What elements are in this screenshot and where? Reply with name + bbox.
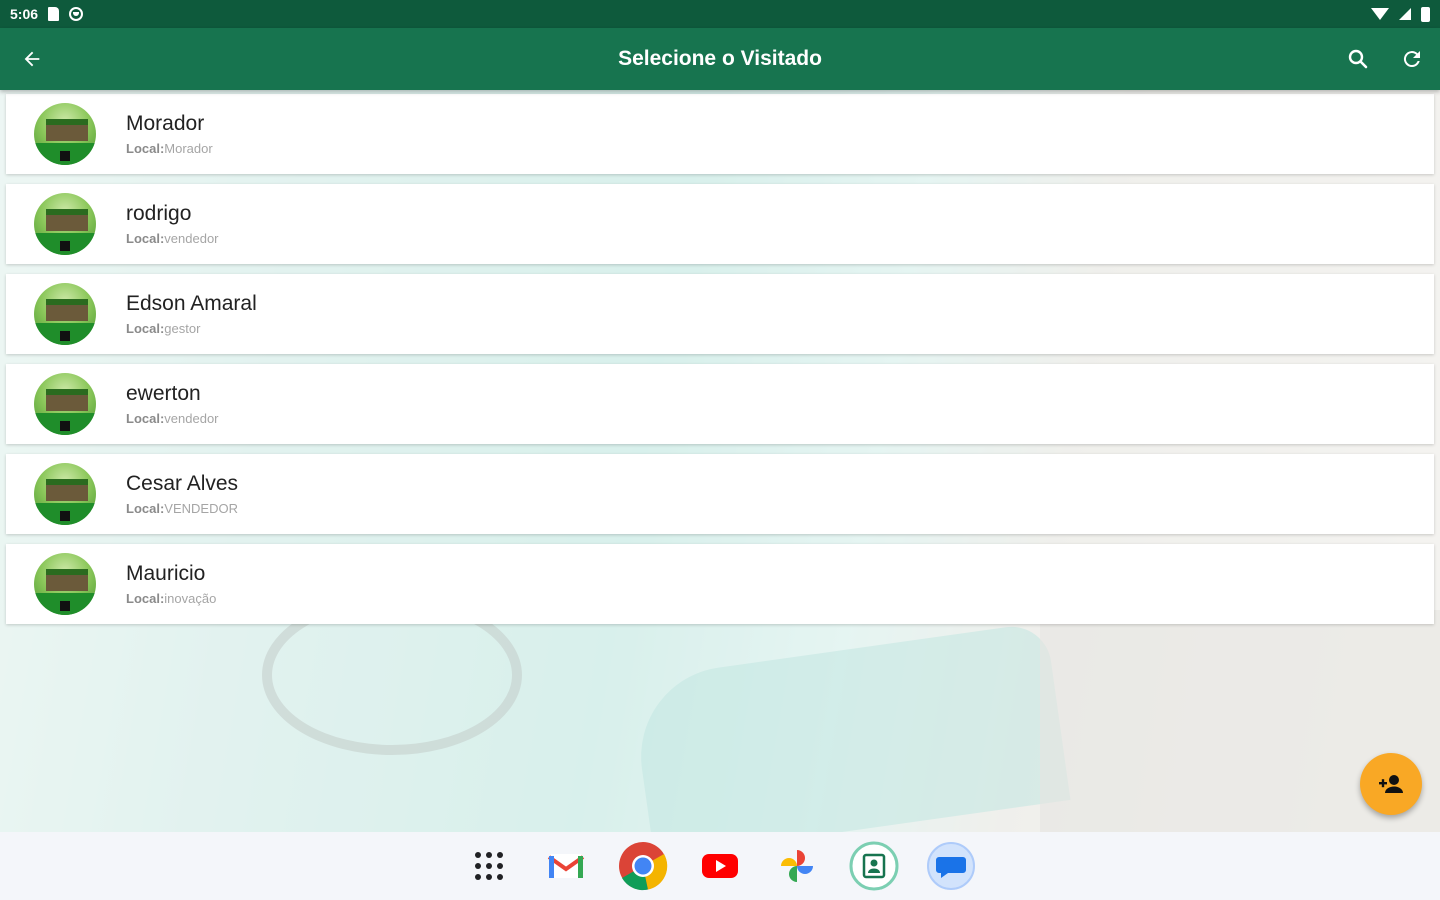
photos-icon xyxy=(781,850,813,882)
photos-button[interactable] xyxy=(772,841,822,891)
house-avatar-icon xyxy=(34,103,96,165)
app-bar: Selecione o Visitado xyxy=(0,28,1440,90)
house-avatar-icon xyxy=(34,553,96,615)
app-grid-button[interactable] xyxy=(464,841,514,891)
local-value: VENDEDOR xyxy=(164,501,238,516)
chrome-icon xyxy=(619,842,668,891)
search-button[interactable] xyxy=(1340,41,1376,77)
local-value: gestor xyxy=(164,321,201,336)
taskbar xyxy=(0,832,1440,900)
wifi-icon xyxy=(1371,8,1389,20)
search-icon xyxy=(1348,49,1368,69)
status-right xyxy=(1371,6,1430,22)
back-button[interactable] xyxy=(14,41,50,77)
signal-icon xyxy=(1399,8,1411,20)
refresh-icon xyxy=(1403,51,1420,68)
list-item-name: ewerton xyxy=(126,382,201,405)
list-item-local: Local:VENDEDOR xyxy=(126,501,238,516)
local-label: Local: xyxy=(126,591,165,606)
list-item-local: Local:vendedor xyxy=(126,231,219,246)
status-left: 5:06 xyxy=(10,6,84,22)
battery-icon xyxy=(1421,6,1430,22)
sdcard-icon xyxy=(48,7,60,21)
chrome-button[interactable] xyxy=(618,841,668,891)
list-item-text: Edson Amaral Local:gestor xyxy=(126,292,257,336)
youtube-icon xyxy=(702,854,738,878)
list-item[interactable]: rodrigo Local:vendedor xyxy=(6,184,1434,264)
gmail-button[interactable] xyxy=(541,841,591,891)
gmail-icon xyxy=(547,854,585,878)
list-item-name: Mauricio xyxy=(126,562,206,585)
list-item[interactable]: ewerton Local:vendedor xyxy=(6,364,1434,444)
local-value: Morador xyxy=(164,141,213,156)
list-item-text: Cesar Alves Local:VENDEDOR xyxy=(126,472,238,516)
house-avatar-icon xyxy=(34,463,96,525)
list-item-local: Local:inovação xyxy=(126,591,216,606)
list-item-text: ewerton Local:vendedor xyxy=(126,382,219,426)
add-person-icon xyxy=(1379,775,1403,793)
local-value: vendedor xyxy=(164,411,219,426)
app-grid-icon xyxy=(475,852,503,880)
list-item-name: Cesar Alves xyxy=(126,472,239,495)
local-value: vendedor xyxy=(164,231,219,246)
list-item-text: Morador Local:Morador xyxy=(126,112,213,156)
list-item[interactable]: Mauricio Local:inovação xyxy=(6,544,1434,624)
house-avatar-icon xyxy=(34,283,96,345)
messages-button[interactable] xyxy=(926,841,976,891)
list-item[interactable]: Edson Amaral Local:gestor xyxy=(6,274,1434,354)
house-avatar-icon xyxy=(34,373,96,435)
visitor-app-icon xyxy=(849,841,899,891)
youtube-button[interactable] xyxy=(695,841,745,891)
visitor-app-button[interactable] xyxy=(849,841,899,891)
messages-icon xyxy=(927,842,975,890)
local-label: Local: xyxy=(126,321,165,336)
local-label: Local: xyxy=(126,501,165,516)
local-label: Local: xyxy=(126,411,165,426)
screen: 5:06 Selecione o Visitado Morador Local:… xyxy=(0,0,1440,900)
list-item-text: Mauricio Local:inovação xyxy=(126,562,216,606)
local-label: Local: xyxy=(126,231,165,246)
status-bar: 5:06 xyxy=(0,0,1440,28)
shield-icon xyxy=(69,7,84,21)
status-time: 5:06 xyxy=(10,6,39,22)
page-title: Selecione o Visitado xyxy=(618,47,822,70)
local-value: inovação xyxy=(164,591,217,606)
list-item-text: rodrigo Local:vendedor xyxy=(126,202,219,246)
list-item-name: Edson Amaral xyxy=(126,292,257,315)
local-label: Local: xyxy=(126,141,165,156)
list-item[interactable]: Morador Local:Morador xyxy=(6,94,1434,174)
refresh-button[interactable] xyxy=(1394,41,1430,77)
visitado-list: Morador Local:Morador rodrigo Local:vend… xyxy=(6,94,1434,634)
list-item-name: Morador xyxy=(126,112,205,135)
list-item[interactable]: Cesar Alves Local:VENDEDOR xyxy=(6,454,1434,534)
list-item-name: rodrigo xyxy=(126,202,192,225)
list-item-local: Local:vendedor xyxy=(126,411,219,426)
house-avatar-icon xyxy=(34,193,96,255)
list-item-local: Local:gestor xyxy=(126,321,257,336)
list-item-local: Local:Morador xyxy=(126,141,213,156)
add-visitado-fab[interactable] xyxy=(1360,753,1422,815)
back-arrow-icon xyxy=(24,51,40,67)
